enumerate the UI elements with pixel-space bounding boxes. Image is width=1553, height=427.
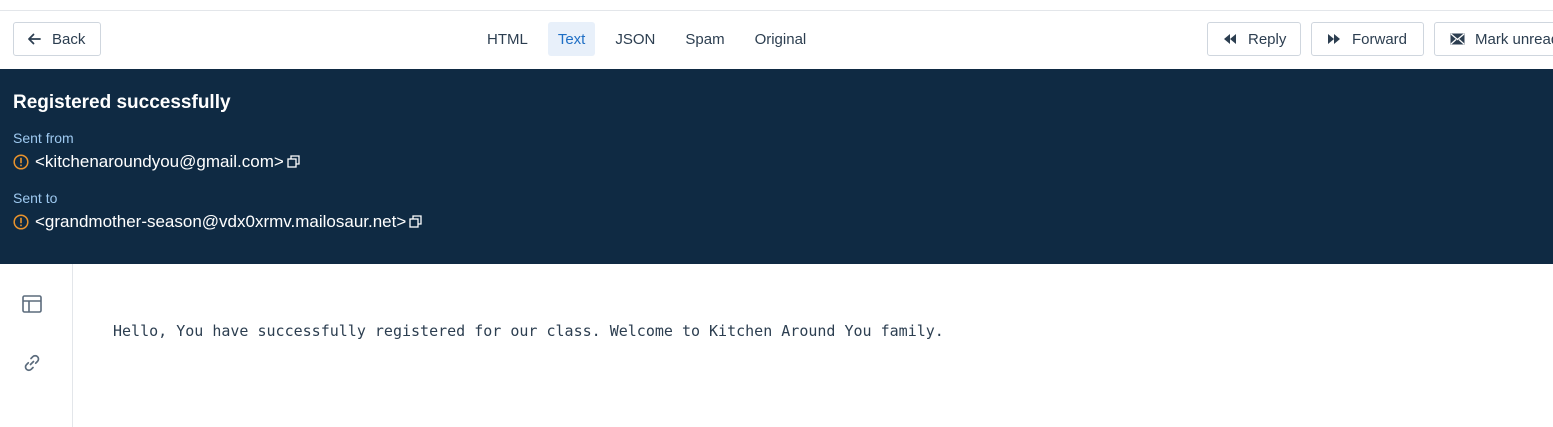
mark-unread-button-label: Mark unread — [1475, 30, 1553, 48]
forward-button-label: Forward — [1352, 30, 1408, 48]
view-sidebar — [0, 264, 73, 427]
warning-icon — [13, 154, 29, 170]
copy-icon[interactable] — [287, 155, 301, 169]
tab-html[interactable]: HTML — [477, 22, 538, 56]
sent-from-label: Sent from — [13, 130, 74, 146]
warning-icon — [13, 214, 29, 230]
layout-icon[interactable] — [21, 293, 43, 315]
email-header: Registered successfully Sent from <kitch… — [0, 69, 1553, 264]
sent-from-row: <kitchenaroundyou@gmail.com> — [13, 152, 301, 172]
email-subject: Registered successfully — [13, 92, 231, 113]
envelope-icon — [1449, 31, 1465, 47]
forward-icon — [1326, 31, 1342, 47]
reply-icon — [1222, 31, 1238, 47]
copy-icon[interactable] — [409, 215, 423, 229]
reply-button[interactable]: Reply — [1207, 22, 1301, 56]
mark-unread-button[interactable]: Mark unread — [1434, 22, 1553, 56]
tab-original[interactable]: Original — [745, 22, 817, 56]
recipient-address: <grandmother-season@vdx0xrmv.mailosaur.n… — [35, 212, 407, 231]
toolbar: Back HTML Text JSON Spam Original Reply … — [0, 11, 1553, 69]
reply-button-label: Reply — [1248, 30, 1287, 48]
tab-spam[interactable]: Spam — [675, 22, 734, 56]
arrow-left-icon — [26, 31, 42, 47]
email-body-text: Hello, You have successfully registered … — [113, 322, 944, 340]
forward-button[interactable]: Forward — [1311, 22, 1424, 56]
sender-address: <kitchenaroundyou@gmail.com> — [35, 152, 284, 171]
back-button[interactable]: Back — [13, 22, 101, 56]
tab-json[interactable]: JSON — [605, 22, 665, 56]
sent-to-row: <grandmother-season@vdx0xrmv.mailosaur.n… — [13, 212, 423, 232]
back-button-label: Back — [52, 30, 86, 48]
link-icon[interactable] — [21, 352, 43, 374]
view-tabs: HTML Text JSON Spam Original — [477, 22, 826, 56]
sent-to-label: Sent to — [13, 190, 58, 206]
tab-text[interactable]: Text — [547, 22, 596, 56]
